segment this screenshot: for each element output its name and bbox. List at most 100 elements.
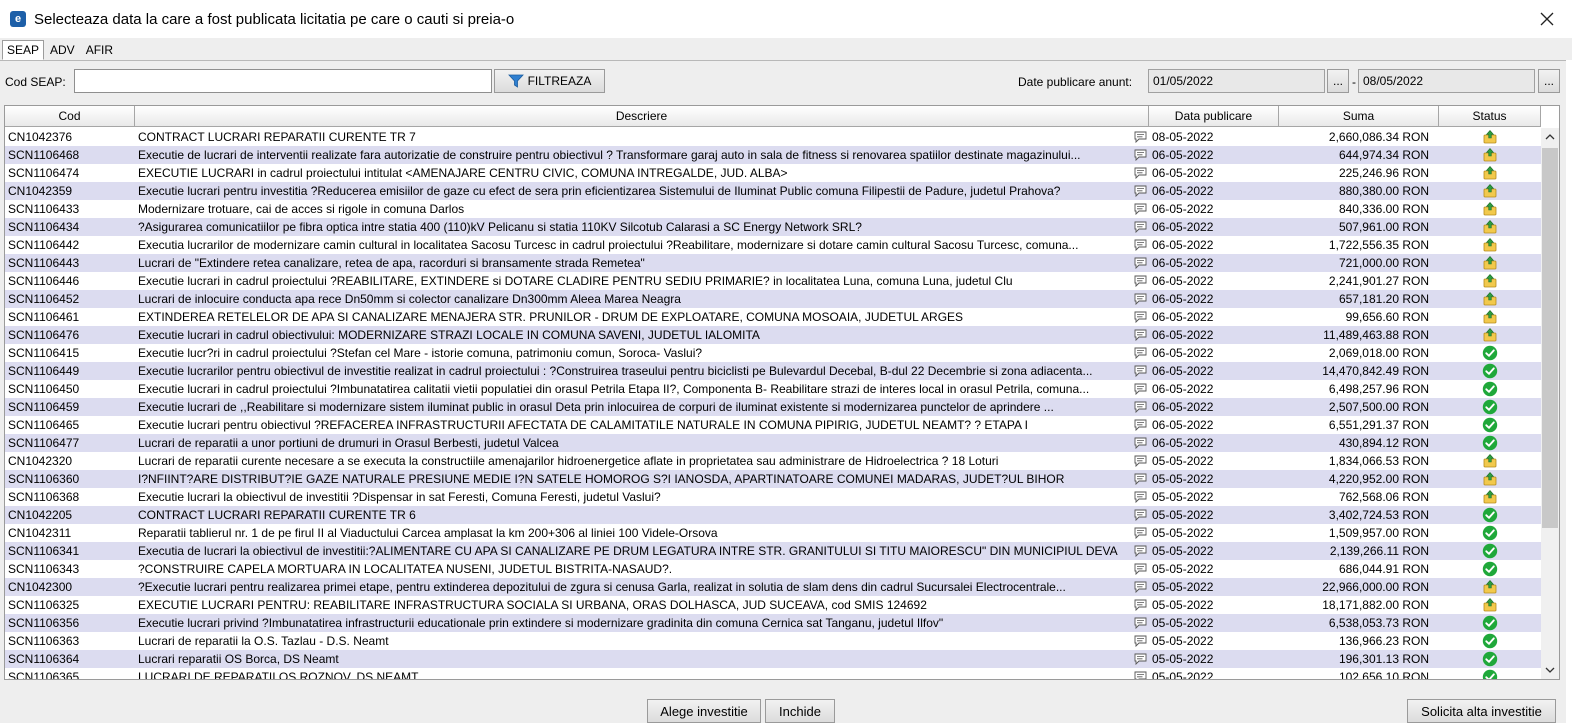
table-row[interactable]: SCN1106442 Executia lucrarilor de moderni… <box>5 236 1541 254</box>
table-row[interactable]: SCN1106364 Lucrari reparatii OS Borca, DS… <box>5 650 1541 668</box>
table-row[interactable]: SCN1106365 LUCRARI DE REPARATII OS ROZNOV… <box>5 668 1541 679</box>
table-row[interactable]: CN1042376 CONTRACT LUCRARI REPARATII CURE… <box>5 128 1541 146</box>
comment-button[interactable] <box>1133 542 1147 560</box>
choose-investment-button[interactable]: Alege investitie <box>647 699 761 723</box>
cell-descriere: Executia lucrarilor de modernizare camin… <box>135 236 1149 254</box>
cell-cod: SCN1106465 <box>8 418 80 432</box>
cell-status <box>1439 380 1541 398</box>
tab-afir[interactable]: AFIR <box>81 40 118 60</box>
table-row[interactable]: SCN1106433 Modernizare trotuare, cai de a… <box>5 200 1541 218</box>
table-row[interactable]: CN1042311 Reparatii tablierul nr. 1 de pe… <box>5 524 1541 542</box>
cell-suma: 18,171,882.00 RON <box>1322 598 1429 612</box>
scroll-down-button[interactable] <box>1541 661 1559 679</box>
comment-button[interactable] <box>1133 632 1147 650</box>
comment-button[interactable] <box>1133 560 1147 578</box>
table-row[interactable]: CN1042320 Lucrari de reparatii curente ne… <box>5 452 1541 470</box>
comment-button[interactable] <box>1133 470 1147 488</box>
cell-descriere: I?NFIINT?ARE DISTRIBUT?IE GAZE NATURALE … <box>135 470 1149 488</box>
table-row[interactable]: SCN1106476 Executie lucrari in cadrul obi… <box>5 326 1541 344</box>
comment-button[interactable] <box>1133 578 1147 596</box>
table-row[interactable]: SCN1106415 Executie lucr?ri in cadrul pro… <box>5 344 1541 362</box>
comment-button[interactable] <box>1133 362 1147 380</box>
filter-button[interactable]: FILTREAZA <box>494 69 605 93</box>
column-header-data-publicare[interactable]: Data publicare <box>1149 106 1279 127</box>
comment-button[interactable] <box>1133 128 1147 146</box>
table-row[interactable]: SCN1106459 Executie lucrari de ,,Reabilit… <box>5 398 1541 416</box>
column-header-status[interactable]: Status <box>1439 106 1541 127</box>
comment-button[interactable] <box>1133 380 1147 398</box>
comment-button[interactable] <box>1133 272 1147 290</box>
table-row[interactable]: SCN1106452 Lucrari de inlocuire conducta … <box>5 290 1541 308</box>
comment-button[interactable] <box>1133 146 1147 164</box>
cell-data-publicare: 06-05-2022 <box>1152 238 1214 252</box>
close-button[interactable]: Inchide <box>765 699 835 723</box>
comment-button[interactable] <box>1133 164 1147 182</box>
table-row[interactable]: CN1042300 ?Executie lucrari pentru realiz… <box>5 578 1541 596</box>
date-from-picker-button[interactable]: ... <box>1327 69 1349 93</box>
table-row[interactable]: SCN1106341 Executia de lucrari la obiecti… <box>5 542 1541 560</box>
cell-suma: 3,402,724.53 RON <box>1328 508 1429 522</box>
table-row[interactable]: SCN1106474 EXECUTIE LUCRARI in cadrul pro… <box>5 164 1541 182</box>
comment-button[interactable] <box>1133 434 1147 452</box>
table-row[interactable]: SCN1106356 Executie lucrari privind ?Imbu… <box>5 614 1541 632</box>
table-row[interactable]: SCN1106446 Executie lucrari in cadrul pro… <box>5 272 1541 290</box>
comment-button[interactable] <box>1133 506 1147 524</box>
table-row[interactable]: SCN1106368 Executie lucrari la obiectivul… <box>5 488 1541 506</box>
table-row[interactable]: SCN1106449 Executie lucrarilor pentru obi… <box>5 362 1541 380</box>
comment-button[interactable] <box>1133 398 1147 416</box>
upload-folder-icon <box>1483 202 1497 216</box>
table-row[interactable]: CN1042205 CONTRACT LUCRARI REPARATII CURE… <box>5 506 1541 524</box>
table-row[interactable]: SCN1106465 Executie lucrari pentru obiect… <box>5 416 1541 434</box>
close-window-button[interactable] <box>1536 8 1558 30</box>
comment-button[interactable] <box>1133 290 1147 308</box>
date-to-field[interactable]: 08/05/2022 <box>1358 69 1535 93</box>
comment-button[interactable] <box>1133 200 1147 218</box>
comment-button[interactable] <box>1133 218 1147 236</box>
table-row[interactable]: SCN1106450 Executie lucrari in cadrul pro… <box>5 380 1541 398</box>
comment-button[interactable] <box>1133 524 1147 542</box>
comment-button[interactable] <box>1133 596 1147 614</box>
table-row[interactable]: CN1042359 Executie lucrari pentru investi… <box>5 182 1541 200</box>
table-scrollbar[interactable] <box>1541 128 1559 679</box>
cell-descriere-text: Executie lucrari in cadrul proiectului ?… <box>138 274 1013 288</box>
comment-button[interactable] <box>1133 308 1147 326</box>
table-row[interactable]: SCN1106325 EXECUTIE LUCRARI PENTRU: REABI… <box>5 596 1541 614</box>
comment-button[interactable] <box>1133 344 1147 362</box>
comment-button[interactable] <box>1133 668 1147 679</box>
column-header-cod[interactable]: Cod <box>5 106 135 127</box>
date-to-picker-button[interactable]: ... <box>1538 69 1560 93</box>
cell-descriere: Executie lucrari in cadrul obiectivului:… <box>135 326 1149 344</box>
comment-button[interactable] <box>1133 488 1147 506</box>
cell-suma: 1,722,556.35 RON <box>1328 238 1429 252</box>
comment-button[interactable] <box>1133 326 1147 344</box>
comment-button[interactable] <box>1133 236 1147 254</box>
cell-status <box>1439 668 1541 679</box>
cell-suma: 6,551,291.37 RON <box>1328 418 1429 432</box>
comment-button[interactable] <box>1133 452 1147 470</box>
cell-descriere-text: ?Executie lucrari pentru realizarea prim… <box>138 580 1066 594</box>
cod-seap-input[interactable] <box>74 69 492 93</box>
cell-data-publicare: 06-05-2022 <box>1152 310 1214 324</box>
scroll-thumb[interactable] <box>1542 148 1558 528</box>
table-row[interactable]: SCN1106468 Executie de lucrari de interve… <box>5 146 1541 164</box>
table-row[interactable]: SCN1106363 Lucrari de reparatii la O.S. T… <box>5 632 1541 650</box>
comment-button[interactable] <box>1133 650 1147 668</box>
column-header-suma[interactable]: Suma <box>1279 106 1439 127</box>
table-row[interactable]: SCN1106477 Lucrari de reparatii a unor po… <box>5 434 1541 452</box>
comment-button[interactable] <box>1133 416 1147 434</box>
table-row[interactable]: SCN1106434 ?Asigurarea comunicatiilor pe … <box>5 218 1541 236</box>
request-other-investment-button[interactable]: Solicita alta investitie <box>1407 699 1556 723</box>
comment-button[interactable] <box>1133 182 1147 200</box>
date-from-field[interactable]: 01/05/2022 <box>1148 69 1325 93</box>
comment-button[interactable] <box>1133 614 1147 632</box>
tab-adv[interactable]: ADV <box>45 40 80 60</box>
cell-cod: SCN1106461 <box>8 310 80 324</box>
table-row[interactable]: SCN1106461 EXTINDEREA RETELELOR DE APA SI… <box>5 308 1541 326</box>
column-header-descriere[interactable]: Descriere <box>135 106 1149 127</box>
comment-button[interactable] <box>1133 254 1147 272</box>
table-row[interactable]: SCN1106443 Lucrari de "Extindere retea ca… <box>5 254 1541 272</box>
tab-seap[interactable]: SEAP <box>2 40 45 60</box>
table-row[interactable]: SCN1106343 ?CONSTRUIRE CAPELA MORTUARA IN… <box>5 560 1541 578</box>
table-row[interactable]: SCN1106360 I?NFIINT?ARE DISTRIBUT?IE GAZE… <box>5 470 1541 488</box>
scroll-up-button[interactable] <box>1541 128 1559 146</box>
